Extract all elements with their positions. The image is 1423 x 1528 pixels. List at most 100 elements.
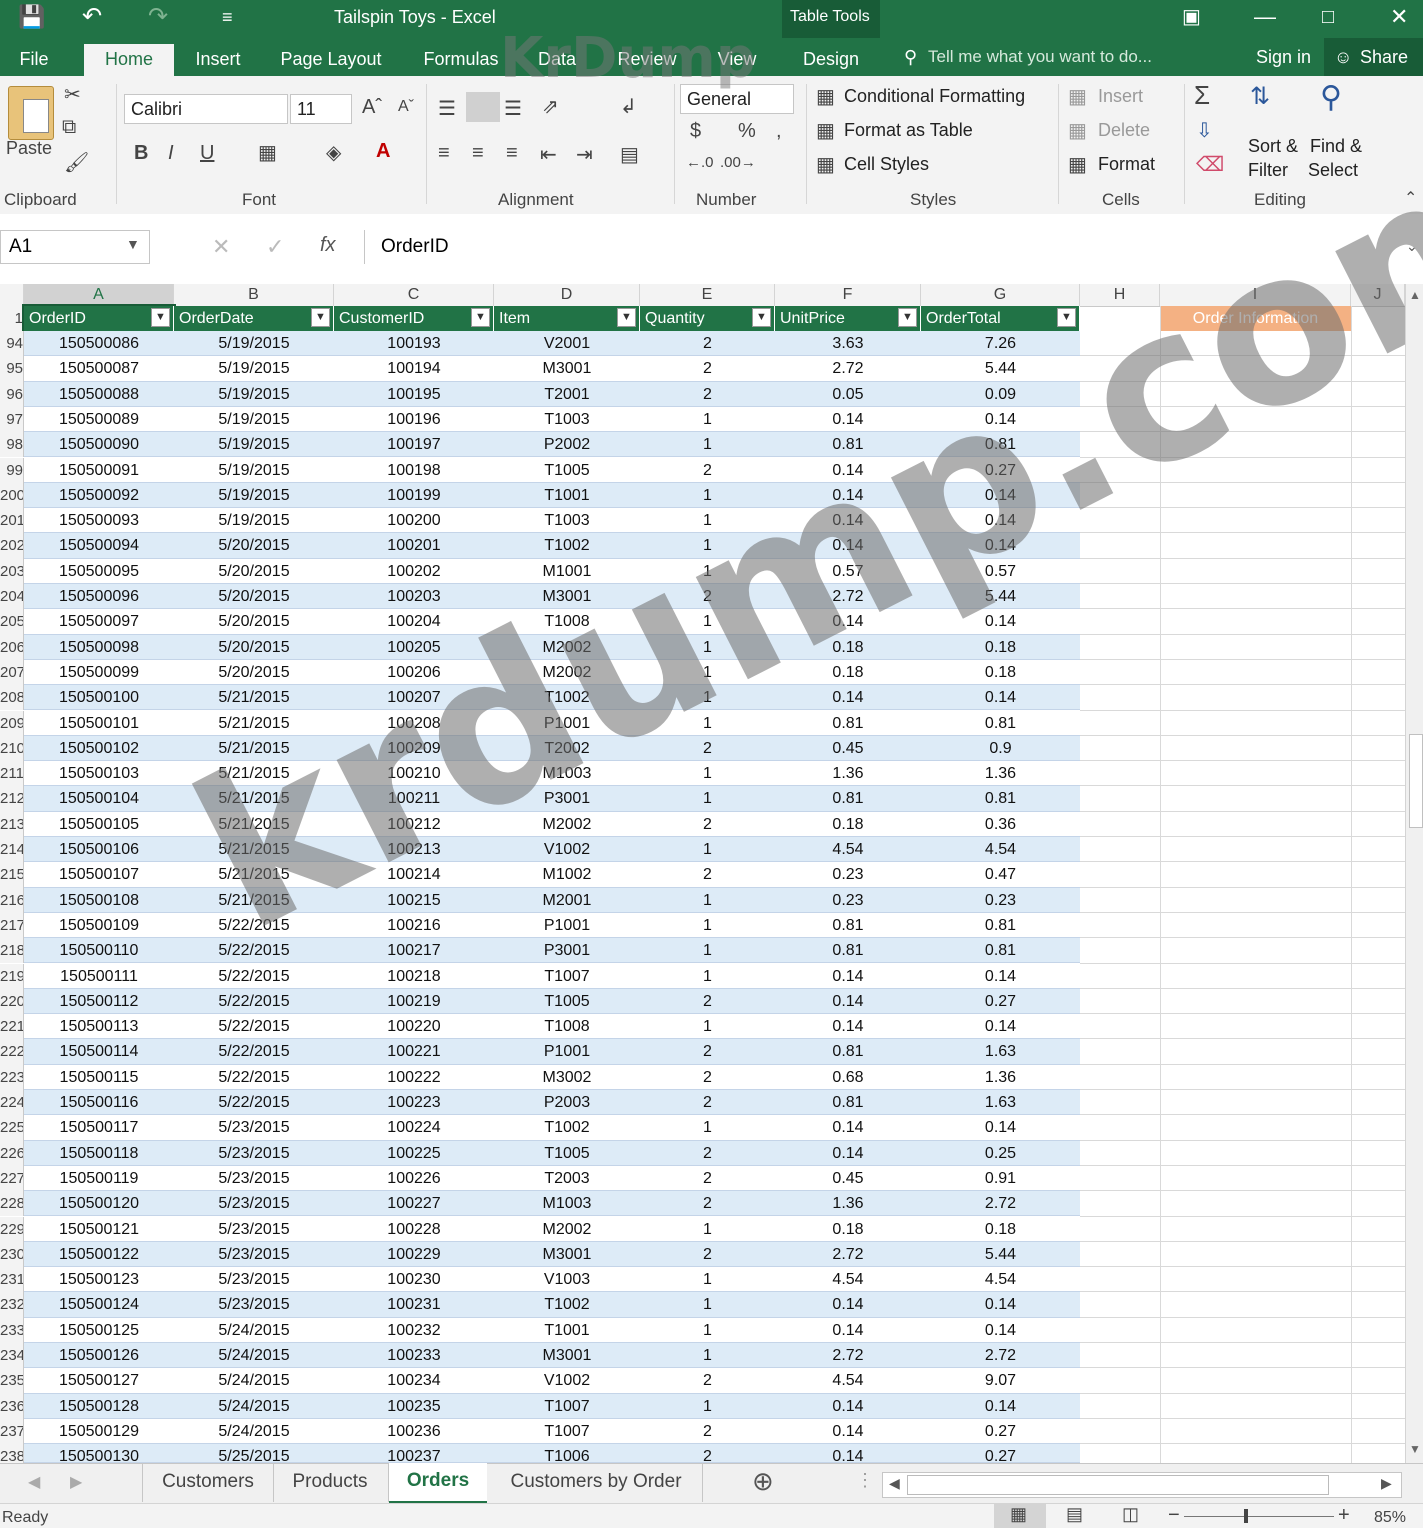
cell-item[interactable]: T1007	[494, 964, 640, 989]
cell-unitprice[interactable]: 0.81	[775, 913, 921, 939]
cell-customerid[interactable]: 100196	[334, 407, 494, 433]
cell-item[interactable]: P1001	[494, 1039, 640, 1065]
cell-ordertotal[interactable]: 0.18	[921, 1217, 1080, 1242]
cell-orderid[interactable]: 150500094	[24, 533, 174, 559]
cell-ordertotal[interactable]: 9.07	[921, 1368, 1080, 1394]
cell-item[interactable]: T1007	[494, 1419, 640, 1445]
cell-orderid[interactable]: 150500102	[24, 736, 174, 762]
cell-customerid[interactable]: 100220	[334, 1014, 494, 1040]
cell-ordertotal[interactable]: 0.14	[921, 1014, 1080, 1040]
cell-orderdate[interactable]: 5/24/2015	[174, 1394, 334, 1419]
row-number[interactable]: 220	[0, 988, 24, 1015]
cell-orderdate[interactable]: 5/22/2015	[174, 1065, 334, 1090]
cell-quantity[interactable]: 1	[640, 635, 775, 660]
cell-customerid[interactable]: 100222	[334, 1065, 494, 1090]
row-number[interactable]: 217	[0, 912, 24, 939]
cell-ordertotal[interactable]: 0.81	[921, 711, 1080, 736]
cell-unitprice[interactable]: 3.63	[775, 331, 921, 357]
cell-ordertotal[interactable]: 2.72	[921, 1191, 1080, 1217]
cell-orderdate[interactable]: 5/21/2015	[174, 837, 334, 863]
cell-unitprice[interactable]: 0.18	[775, 635, 921, 660]
row-number[interactable]: 231	[0, 1267, 24, 1293]
cell-quantity[interactable]: 1	[640, 685, 775, 711]
cell-unitprice[interactable]: 4.54	[775, 837, 921, 863]
cell-item[interactable]: P3001	[494, 786, 640, 812]
cell-orderid[interactable]: 150500111	[24, 964, 174, 989]
cell-orderdate[interactable]: 5/21/2015	[174, 711, 334, 736]
cell-customerid[interactable]: 100228	[334, 1217, 494, 1242]
row-number[interactable]: 235	[0, 1368, 24, 1394]
chevron-down-icon[interactable]: ▼	[126, 236, 140, 252]
delete-cells-button[interactable]: Delete	[1098, 120, 1150, 141]
cell-orderid[interactable]: 150500112	[24, 989, 174, 1015]
cell-orderdate[interactable]: 5/20/2015	[174, 660, 334, 686]
cell-ordertotal[interactable]: 0.14	[921, 1292, 1080, 1318]
cell-ordertotal[interactable]: 0.23	[921, 888, 1080, 913]
cell-item[interactable]: M2002	[494, 812, 640, 837]
sort-filter-label-2[interactable]: Filter	[1248, 160, 1288, 181]
cell-orderdate[interactable]: 5/22/2015	[174, 913, 334, 939]
row-number[interactable]: 216	[0, 887, 24, 913]
cell-customerid[interactable]: 100212	[334, 812, 494, 837]
row-number[interactable]: 202	[0, 533, 24, 559]
close-icon[interactable]: ✕	[1390, 0, 1408, 34]
cell-orderdate[interactable]: 5/23/2015	[174, 1217, 334, 1242]
cell-quantity[interactable]: 1	[640, 508, 775, 534]
row-number[interactable]: 99	[0, 457, 24, 483]
cell-item[interactable]: T1005	[494, 989, 640, 1015]
row-number[interactable]: 205	[0, 609, 24, 635]
cell-unitprice[interactable]: 0.05	[775, 382, 921, 407]
sheet-tab-customers-by-order[interactable]: Customers by Order	[490, 1464, 703, 1502]
select-all-corner[interactable]	[0, 284, 24, 306]
cell-orderdate[interactable]: 5/21/2015	[174, 685, 334, 711]
cell-item[interactable]: P2003	[494, 1090, 640, 1116]
cell-orderid[interactable]: 150500096	[24, 584, 174, 610]
cut-icon[interactable]: ✂	[64, 82, 81, 107]
header-orderdate[interactable]: OrderDate ▼	[174, 306, 334, 331]
cell-orderid[interactable]: 150500105	[24, 812, 174, 837]
find-select-icon[interactable]: ⚲	[1320, 80, 1342, 115]
cell-orderdate[interactable]: 5/19/2015	[174, 483, 334, 509]
cell-orderdate[interactable]: 5/20/2015	[174, 584, 334, 610]
cell-quantity[interactable]: 1	[640, 913, 775, 939]
cell-orderid[interactable]: 150500117	[24, 1115, 174, 1141]
cell-quantity[interactable]: 2	[640, 1191, 775, 1217]
find-select-label-2[interactable]: Select	[1308, 160, 1358, 181]
cell-orderid[interactable]: 150500103	[24, 761, 174, 787]
cell-orderdate[interactable]: 5/19/2015	[174, 458, 334, 483]
cell-customerid[interactable]: 100231	[334, 1292, 494, 1318]
cell-orderdate[interactable]: 5/20/2015	[174, 559, 334, 584]
column-header-e[interactable]: E	[640, 284, 775, 306]
cell-orderid[interactable]: 150500107	[24, 862, 174, 888]
row-number[interactable]: 225	[0, 1115, 24, 1141]
tab-design[interactable]: Design	[796, 44, 866, 76]
cell-orderid[interactable]: 150500130	[24, 1444, 174, 1465]
cell-orderdate[interactable]: 5/24/2015	[174, 1318, 334, 1343]
paste-icon[interactable]	[8, 86, 54, 140]
cell-unitprice[interactable]: 0.14	[775, 458, 921, 483]
cell-orderid[interactable]: 150500125	[24, 1318, 174, 1343]
tab-home[interactable]: Home	[84, 44, 174, 76]
cell-orderid[interactable]: 150500092	[24, 483, 174, 509]
insert-cells-button[interactable]: Insert	[1098, 86, 1143, 107]
row-number[interactable]: 223	[0, 1064, 24, 1090]
cell-orderid[interactable]: 150500121	[24, 1217, 174, 1242]
tab-split-handle-icon[interactable]: ⋮	[856, 1470, 874, 1491]
cell-ordertotal[interactable]: 0.14	[921, 533, 1080, 559]
sign-in-link[interactable]: Sign in	[1256, 40, 1311, 74]
cell-orderid[interactable]: 150500127	[24, 1368, 174, 1394]
cell-ordertotal[interactable]: 0.27	[921, 989, 1080, 1015]
font-name-box[interactable]: Calibri	[124, 94, 288, 124]
row-number-1[interactable]: 1	[0, 306, 24, 331]
cell-customerid[interactable]: 100200	[334, 508, 494, 534]
cell-orderdate[interactable]: 5/22/2015	[174, 989, 334, 1015]
cell-orderdate[interactable]: 5/19/2015	[174, 382, 334, 407]
percent-icon[interactable]: %	[738, 120, 756, 143]
row-number[interactable]: 229	[0, 1216, 24, 1242]
align-center-icon[interactable]: ≡	[472, 142, 484, 165]
cell-orderdate[interactable]: 5/22/2015	[174, 1039, 334, 1065]
cell-orderid[interactable]: 150500100	[24, 685, 174, 711]
cell-unitprice[interactable]: 1.36	[775, 1191, 921, 1217]
cell-unitprice[interactable]: 4.54	[775, 1368, 921, 1394]
cell-unitprice[interactable]: 0.14	[775, 533, 921, 559]
